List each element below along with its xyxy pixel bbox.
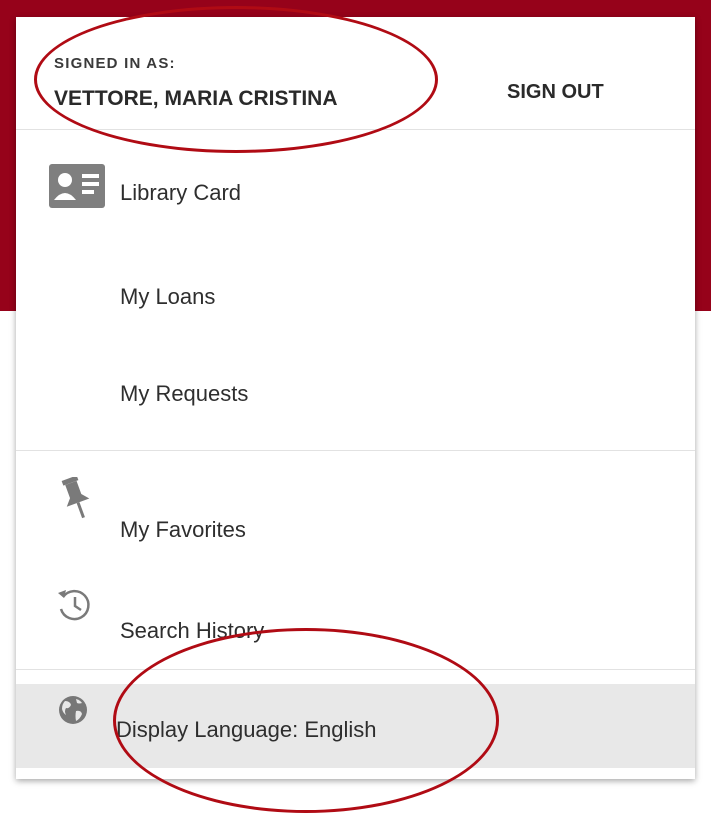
- menu-item-my-loans[interactable]: My Loans: [16, 257, 695, 337]
- sign-out-button[interactable]: SIGN OUT: [507, 81, 604, 104]
- menu-item-library-card[interactable]: Library Card: [16, 147, 695, 237]
- my-loans-label: My Loans: [120, 284, 216, 309]
- menu-item-search-history[interactable]: Search History: [16, 577, 695, 667]
- my-favorites-label: My Favorites: [120, 517, 246, 542]
- my-requests-label: My Requests: [120, 381, 249, 406]
- menu-item-my-requests[interactable]: My Requests: [16, 353, 695, 433]
- search-history-label: Search History: [120, 618, 265, 643]
- menu-item-my-favorites[interactable]: My Favorites: [16, 465, 695, 565]
- signed-in-label: SIGNED IN AS:: [54, 55, 176, 72]
- divider: [16, 669, 695, 670]
- divider: [16, 129, 695, 130]
- history-icon: [58, 589, 90, 621]
- menu-item-display-language[interactable]: Display Language: English: [16, 684, 695, 768]
- divider: [16, 450, 695, 451]
- library-card-label: Library Card: [120, 180, 242, 205]
- user-account-menu: SIGNED IN AS: VETTORE, MARIA CRISTINA SI…: [16, 17, 695, 779]
- pin-icon: [61, 477, 90, 519]
- globe-icon: [59, 696, 87, 724]
- user-name: VETTORE, MARIA CRISTINA: [54, 87, 338, 110]
- display-language-label: Display Language: English: [116, 717, 377, 742]
- id-card-icon: [49, 164, 105, 208]
